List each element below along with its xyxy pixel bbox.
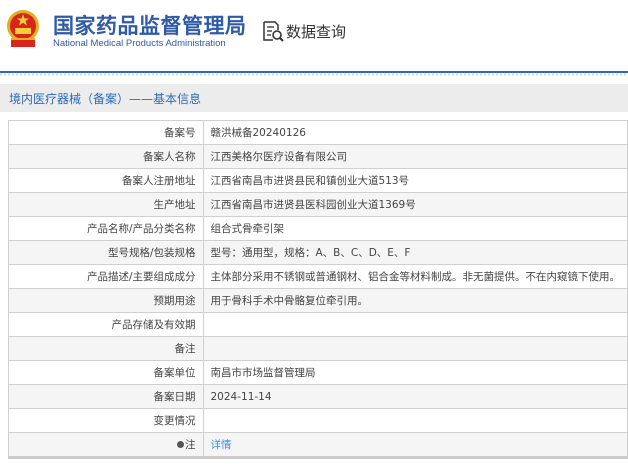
data-query-link[interactable]: 数据查询 xyxy=(262,20,346,42)
table-row: 备案号 赣洪械备20240126 xyxy=(8,120,628,145)
table-row: 生产地址 江西省南昌市进贤县医科园创业大道1369号 xyxy=(8,192,628,217)
row-value-text: 南昌市市场监督管理局 xyxy=(210,367,316,379)
row-label: 生产地址 xyxy=(8,192,204,217)
national-emblem-icon xyxy=(7,10,39,47)
table-row: 备案人注册地址 江西省南昌市进贤县民和镇创业大道513号 xyxy=(8,168,628,193)
row-value-text: 江西省南昌市进贤县民和镇创业大道513号 xyxy=(210,175,410,187)
row-label-text: 生产地址 xyxy=(153,199,196,211)
row-value-text: 型号：通用型，规格：A、B、C、D、E、F xyxy=(210,247,411,259)
row-value: 型号：通用型，规格：A、B、C、D、E、F xyxy=(202,240,628,265)
table-row: 备案日期 2024-11-14 xyxy=(8,384,628,409)
site-name-en: National Medical Products Administration xyxy=(53,38,226,49)
row-label-text: 产品名称/产品分类名称 xyxy=(86,223,196,235)
row-label: 产品名称/产品分类名称 xyxy=(8,216,204,241)
row-label: 变更情况 xyxy=(8,408,204,433)
section-header: 境内医疗器械（备案）——基本信息 xyxy=(0,84,628,112)
row-value xyxy=(202,408,628,433)
row-label-text: 注 xyxy=(185,439,196,451)
row-label-text: 备注 xyxy=(174,343,196,355)
table-row: 产品描述/主要组成成分 主体部分采用不锈钢或普通钢材、铝合金等材料制成。非无菌提供… xyxy=(8,264,628,289)
row-value: 详情 xyxy=(202,432,628,459)
row-label-text: 备案人注册地址 xyxy=(122,175,196,187)
row-value xyxy=(202,312,628,337)
table-row: 产品存储及有效期 xyxy=(8,312,628,337)
row-value xyxy=(202,336,628,361)
row-value: 用于骨科手术中骨骼复位牵引用。 xyxy=(202,288,628,313)
row-value-text: 2024-11-14 xyxy=(210,390,272,403)
row-value-text: 赣洪械备20240126 xyxy=(210,127,306,139)
row-label-text: 备案人名称 xyxy=(143,151,196,163)
row-value-text: 江西美格尔医疗设备有限公司 xyxy=(210,151,348,163)
row-label: 型号规格/包装规格 xyxy=(8,240,204,265)
details-link[interactable]: 详情 xyxy=(211,439,232,451)
row-label-text: 型号规格/包装规格 xyxy=(107,247,196,259)
site-name-cn[interactable]: 国家药品监督管理局 xyxy=(53,10,247,40)
section-title: 境内医疗器械（备案）——基本信息 xyxy=(9,92,202,106)
row-label: 产品存储及有效期 xyxy=(8,312,204,337)
detail-table: 备案号 赣洪械备20240126 备案人名称 江西美格尔医疗设备有限公司备案人注册地址… xyxy=(8,120,628,459)
row-value: 2024-11-14 xyxy=(202,384,628,409)
row-label: 备注 xyxy=(8,336,204,361)
header-divider-dotted xyxy=(0,73,628,76)
row-label-text: 产品描述/主要组成成分 xyxy=(86,271,196,283)
row-label: 备案单位 xyxy=(8,360,204,385)
row-label: 备案号 xyxy=(8,120,204,145)
table-row: 型号规格/包装规格 型号：通用型，规格：A、B、C、D、E、F xyxy=(8,240,628,265)
row-label: 预期用途 xyxy=(8,288,204,313)
data-query-label: 数据查询 xyxy=(286,22,347,41)
row-label: 备案人注册地址 xyxy=(8,168,204,193)
row-label-text: 备案号 xyxy=(164,127,196,139)
row-label-text: 备案单位 xyxy=(153,367,196,379)
row-value: 江西省南昌市进贤县民和镇创业大道513号 xyxy=(202,168,628,193)
table-row: 产品名称/产品分类名称 组合式骨牵引架 xyxy=(8,216,628,241)
row-label: 备案人名称 xyxy=(8,144,204,169)
row-label: 备案日期 xyxy=(8,384,204,409)
table-row: 变更情况 xyxy=(8,408,628,433)
site-header: 国家药品监督管理局 National Medical Products Admi… xyxy=(0,0,628,71)
table-row: 预期用途 用于骨科手术中骨骼复位牵引用。 xyxy=(8,288,628,313)
table-row: 备案人名称 江西美格尔医疗设备有限公司 xyxy=(8,144,628,169)
row-value: 江西美格尔医疗设备有限公司 xyxy=(202,144,628,169)
row-value-text: 组合式骨牵引架 xyxy=(210,223,285,235)
row-value: 南昌市市场监督管理局 xyxy=(202,360,628,385)
table-row: 备注 xyxy=(8,336,628,361)
table-row: 注 详情 xyxy=(8,432,628,459)
row-label-text: 预期用途 xyxy=(153,295,196,307)
table-row: 备案单位 南昌市市场监督管理局 xyxy=(8,360,628,385)
bullet-icon xyxy=(177,441,184,448)
row-value: 江西省南昌市进贤县医科园创业大道1369号 xyxy=(202,192,628,217)
row-value-text: 江西省南昌市进贤县医科园创业大道1369号 xyxy=(210,199,416,211)
row-value-text: 主体部分采用不锈钢或普通钢材、铝合金等材料制成。非无菌提供。不在内窥镜下使用。 xyxy=(210,271,621,283)
row-value: 赣洪械备20240126 xyxy=(202,120,628,145)
row-value: 主体部分采用不锈钢或普通钢材、铝合金等材料制成。非无菌提供。不在内窥镜下使用。 xyxy=(202,264,628,289)
row-label: 产品描述/主要组成成分 xyxy=(8,264,204,289)
row-label-text: 产品存储及有效期 xyxy=(111,319,196,331)
row-label: 注 xyxy=(8,432,204,459)
row-value-text: 用于骨科手术中骨骼复位牵引用。 xyxy=(210,295,369,307)
row-value: 组合式骨牵引架 xyxy=(202,216,628,241)
document-search-icon xyxy=(263,21,284,42)
row-label-text: 变更情况 xyxy=(153,415,196,427)
row-label-text: 备案日期 xyxy=(153,391,196,403)
